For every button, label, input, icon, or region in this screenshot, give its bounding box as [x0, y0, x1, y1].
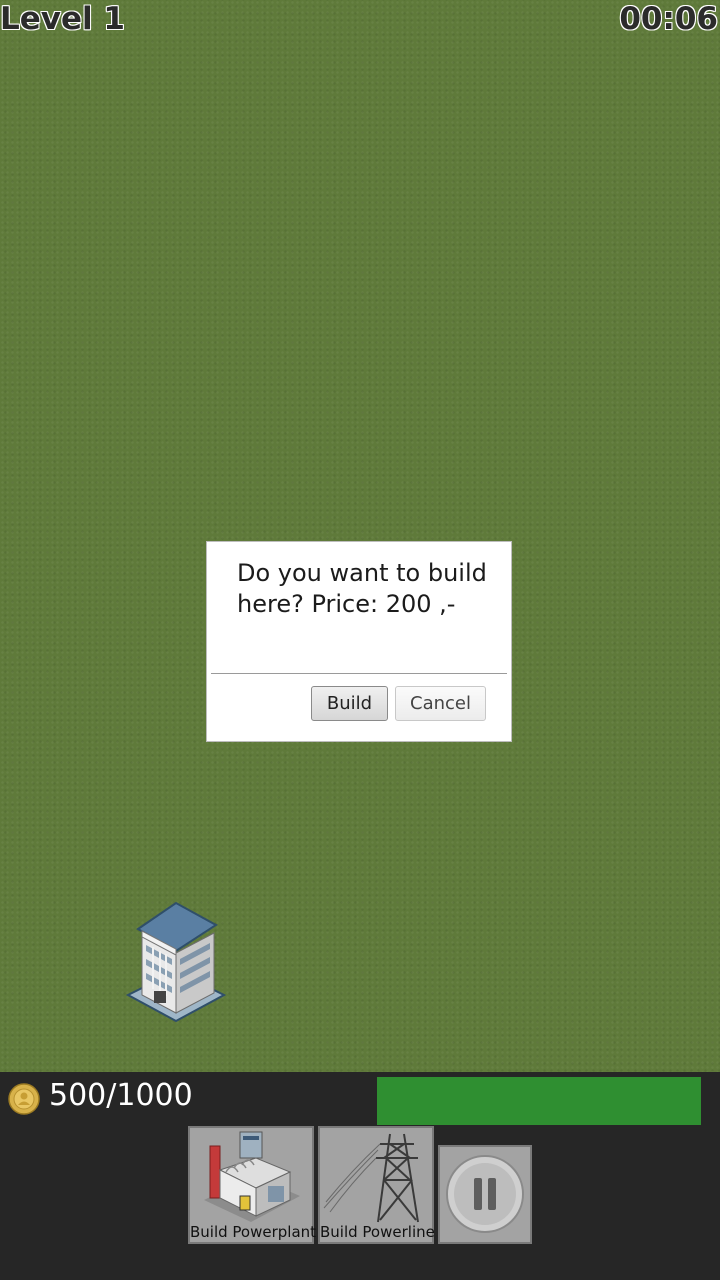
- game-map[interactable]: [0, 0, 720, 1072]
- office-building[interactable]: [124, 895, 228, 1025]
- powerline-label: Build Powerline: [320, 1223, 435, 1241]
- build-powerline-button[interactable]: Build Powerline: [318, 1126, 435, 1244]
- coin-icon: [8, 1083, 40, 1115]
- level-indicator: Level 1: [0, 1, 125, 37]
- cancel-button[interactable]: Cancel: [395, 686, 486, 721]
- build-dialog: Do you want to build here? Price: 200 ,-…: [206, 541, 512, 742]
- pause-icon: [446, 1155, 524, 1233]
- dialog-message: Do you want to build here? Price: 200 ,-: [237, 559, 487, 618]
- dialog-divider: [211, 673, 507, 674]
- pause-button[interactable]: [438, 1145, 532, 1244]
- powerplant-label: Build Powerplant: [190, 1223, 317, 1241]
- build-button[interactable]: Build: [311, 686, 388, 721]
- game-timer: 00:06: [619, 1, 718, 37]
- money-counter: 500/1000: [49, 1078, 193, 1113]
- bottom-panel: 500/1000 Build Powerplant Build Powerlin…: [0, 1072, 720, 1280]
- powerline-tower-icon: [323, 1133, 419, 1223]
- powerplant-icon: [204, 1131, 300, 1222]
- build-powerplant-button[interactable]: Build Powerplant: [188, 1126, 317, 1244]
- energy-bar: [377, 1077, 701, 1125]
